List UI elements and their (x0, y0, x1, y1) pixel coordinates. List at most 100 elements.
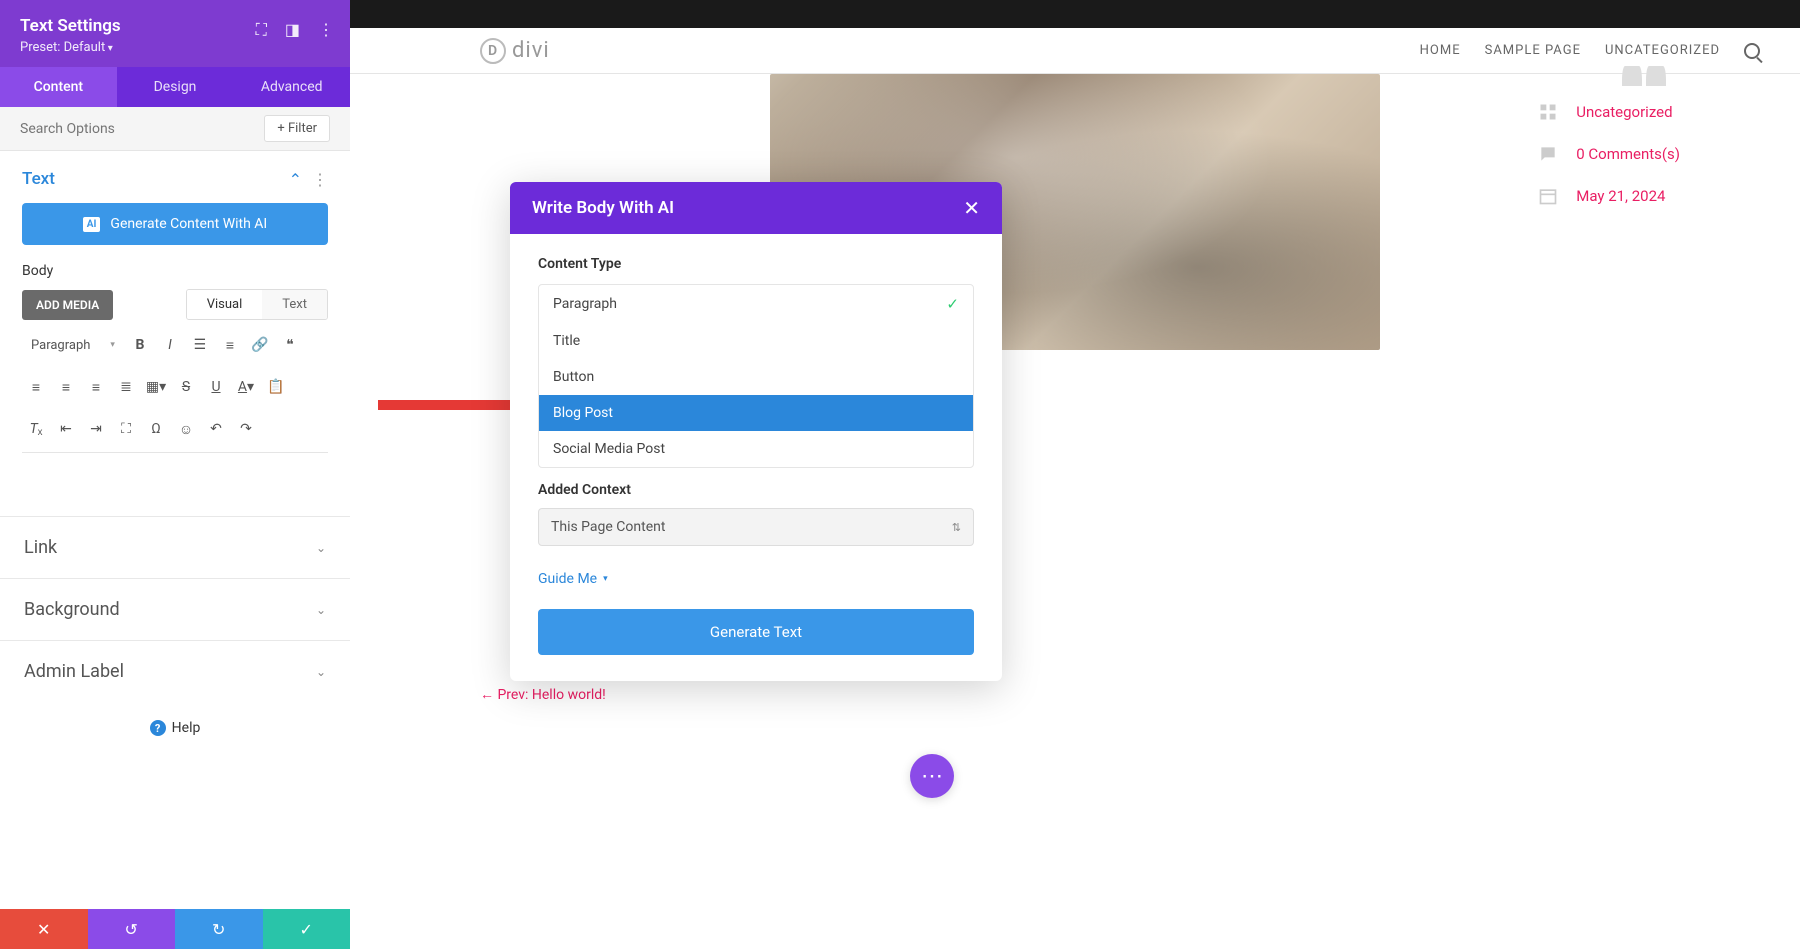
close-icon[interactable]: ✕ (963, 196, 980, 220)
content-type-list: Paragraph ✓ Title Button Blog Post Socia… (538, 284, 974, 468)
search-input[interactable] (20, 121, 264, 137)
expand-icon[interactable]: ⛶ (256, 20, 267, 40)
search-icon[interactable] (1744, 43, 1760, 59)
avatar-prev-icon[interactable] (1622, 66, 1642, 86)
strike-icon[interactable]: S (172, 374, 200, 400)
guide-me-toggle[interactable]: Guide Me (538, 571, 608, 587)
italic-icon[interactable]: I (156, 332, 184, 358)
meta-date[interactable]: May 21, 2024 (1538, 186, 1680, 206)
nav-uncategorized[interactable]: UNCATEGORIZED (1605, 43, 1720, 58)
section-more-icon[interactable]: ⋮ (312, 170, 328, 189)
generate-content-button[interactable]: AI Generate Content With AI (22, 203, 328, 245)
tab-design[interactable]: Design (117, 67, 234, 107)
bold-icon[interactable]: B (126, 332, 154, 358)
added-context-select[interactable]: This Page Content (538, 508, 974, 546)
background-section[interactable]: Background ⌄ (0, 578, 350, 640)
fullscreen-icon[interactable]: ⛶ (112, 416, 140, 442)
comment-icon (1538, 144, 1558, 164)
chevron-down-icon: ⌄ (316, 541, 326, 555)
align-left-icon[interactable]: ≡ (22, 374, 50, 400)
option-button-label: Button (553, 369, 594, 385)
undo-changes-button[interactable]: ↺ (88, 909, 176, 949)
ol-icon[interactable]: ≡ (216, 332, 244, 358)
option-social-media-post[interactable]: Social Media Post (539, 431, 973, 467)
ul-icon[interactable]: ☰ (186, 332, 214, 358)
ai-badge-icon: AI (83, 217, 101, 232)
clear-format-icon[interactable]: Tₓ (22, 416, 50, 442)
add-media-button[interactable]: ADD MEDIA (22, 290, 113, 320)
paste-icon[interactable]: 📋 (262, 374, 290, 400)
content-type-label: Content Type (538, 256, 974, 272)
meta-category[interactable]: Uncategorized (1538, 102, 1680, 122)
help-label: Help (172, 720, 201, 736)
underline-icon[interactable]: U (202, 374, 230, 400)
outdent-icon[interactable]: ⇤ (52, 416, 80, 442)
indent-icon[interactable]: ⇥ (82, 416, 110, 442)
option-blog-post[interactable]: Blog Post (539, 395, 973, 431)
option-button[interactable]: Button (539, 359, 973, 395)
close-button[interactable]: ✕ (0, 909, 88, 949)
table-icon[interactable]: ▦▾ (142, 374, 170, 400)
site-logo[interactable]: D divi (480, 38, 550, 64)
more-icon[interactable]: ⋮ (318, 20, 334, 40)
admin-label-section[interactable]: Admin Label ⌄ (0, 640, 350, 702)
quote-icon[interactable]: ❝ (276, 332, 304, 358)
avatar-next-icon[interactable] (1646, 66, 1666, 86)
tab-content[interactable]: Content (0, 67, 117, 107)
align-justify-icon[interactable]: ≣ (112, 374, 140, 400)
option-paragraph[interactable]: Paragraph ✓ (539, 285, 973, 323)
filter-button[interactable]: Filter (264, 115, 330, 142)
redo-icon[interactable]: ↷ (232, 416, 260, 442)
save-button[interactable]: ✓ (263, 909, 351, 949)
align-right-icon[interactable]: ≡ (82, 374, 110, 400)
option-title[interactable]: Title (539, 323, 973, 359)
body-label: Body (22, 263, 328, 279)
option-paragraph-label: Paragraph (553, 296, 617, 312)
text-code-tab[interactable]: Text (262, 290, 327, 319)
sidebar-header: Text Settings Preset: Default ⛶ ◨ ⋮ (0, 0, 350, 67)
section-collapse-toggle[interactable]: ⌃ ⋮ (289, 170, 328, 189)
prev-post-link[interactable]: ← Prev: Hello world! (480, 686, 606, 703)
generate-text-button[interactable]: Generate Text (538, 609, 974, 655)
link-section-title: Link (24, 537, 57, 558)
sidebar-tabs: Content Design Advanced (0, 67, 350, 107)
nav-home[interactable]: HOME (1420, 43, 1461, 58)
text-color-icon[interactable]: A▾ (232, 374, 260, 400)
bottom-actions: ✕ ↺ ↻ ✓ (0, 909, 350, 949)
align-center-icon[interactable]: ≡ (52, 374, 80, 400)
option-blog-post-label: Blog Post (553, 405, 613, 421)
omega-icon[interactable]: Ω (142, 416, 170, 442)
brand-text: divi (512, 38, 550, 63)
link-section[interactable]: Link ⌄ (0, 516, 350, 578)
redo-changes-button[interactable]: ↻ (175, 909, 263, 949)
chevron-up-icon: ⌃ (289, 170, 302, 189)
ai-modal: Write Body With AI ✕ Content Type Paragr… (510, 182, 1002, 681)
fab-button[interactable]: ⋯ (910, 754, 954, 798)
visual-tab[interactable]: Visual (187, 290, 263, 319)
undo-icon[interactable]: ↶ (202, 416, 230, 442)
editor-textarea[interactable] (22, 452, 328, 512)
help-icon: ? (150, 720, 166, 736)
paragraph-dropdown[interactable]: Paragraph (22, 337, 124, 354)
emoji-icon[interactable]: ☺ (172, 416, 200, 442)
background-section-title: Background (24, 599, 120, 620)
site-header: D divi HOME SAMPLE PAGE UNCATEGORIZED (350, 28, 1800, 74)
post-meta: Uncategorized 0 Comments(s) May 21, 2024 (1538, 102, 1680, 206)
added-context-label: Added Context (538, 482, 974, 498)
nav-sample-page[interactable]: SAMPLE PAGE (1485, 43, 1581, 58)
help-link[interactable]: ? Help (0, 702, 350, 754)
admin-label-section-title: Admin Label (24, 661, 124, 682)
editor-toolbar: Paragraph B I ☰ ≡ 🔗 ❝ (22, 326, 328, 364)
modal-title: Write Body With AI (532, 198, 674, 218)
chevron-down-icon: ⌄ (316, 665, 326, 679)
link-icon[interactable]: 🔗 (246, 332, 274, 358)
chevron-down-icon: ⌄ (316, 603, 326, 617)
tab-advanced[interactable]: Advanced (233, 67, 350, 107)
guide-me-label: Guide Me (538, 571, 597, 587)
preset-dropdown[interactable]: Preset: Default (20, 40, 330, 55)
dock-icon[interactable]: ◨ (285, 20, 300, 40)
calendar-icon (1538, 186, 1558, 206)
meta-comments[interactable]: 0 Comments(s) (1538, 144, 1680, 164)
grid-icon (1538, 102, 1558, 122)
option-title-label: Title (553, 333, 580, 349)
